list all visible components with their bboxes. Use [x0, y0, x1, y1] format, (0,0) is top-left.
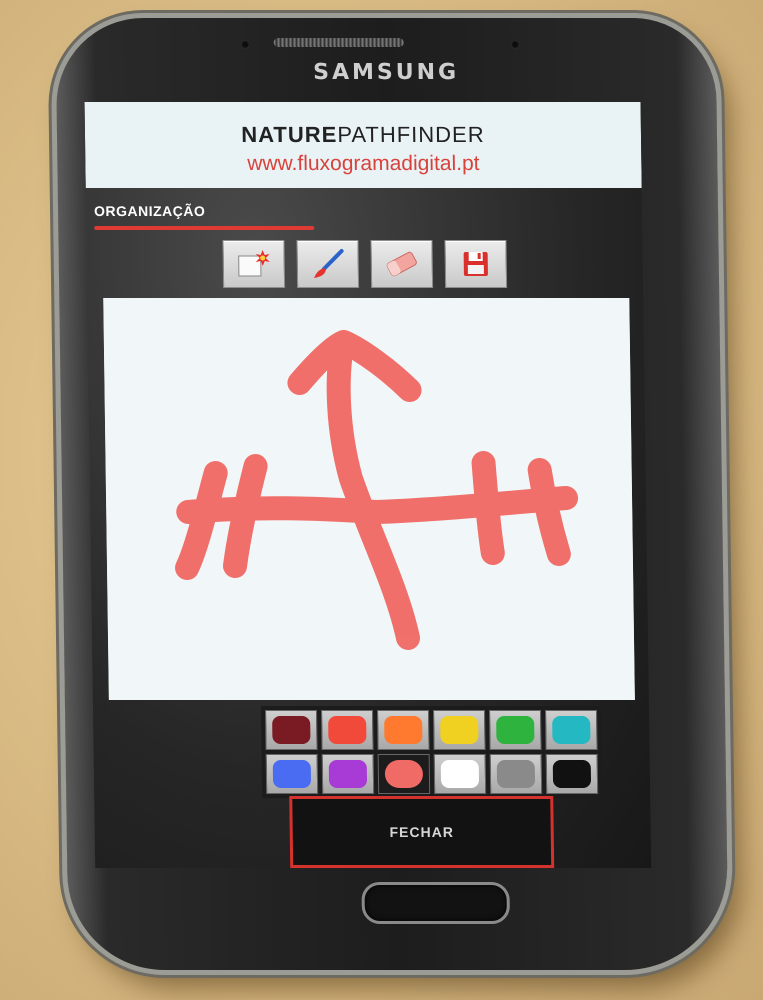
color-swatch: [272, 760, 312, 788]
close-button[interactable]: FECHAR: [289, 796, 555, 868]
app-url: www.fluxogramadigital.pt: [247, 152, 480, 175]
drawing-canvas[interactable]: [103, 298, 635, 700]
color-swatch: [328, 716, 367, 744]
app-title-bold: NATURE: [241, 122, 338, 147]
color-swatch-button[interactable]: [321, 754, 375, 794]
save-button[interactable]: [444, 240, 508, 288]
eraser-button[interactable]: [370, 240, 434, 288]
brush-button[interactable]: [296, 240, 360, 288]
front-camera: [510, 40, 520, 49]
color-swatch-button[interactable]: [489, 710, 542, 750]
color-swatch: [552, 716, 591, 744]
home-button[interactable]: [361, 882, 511, 924]
new-canvas-icon: [238, 250, 270, 277]
device-brand-logo: SAMSUNG: [312, 60, 460, 85]
app-title-rest: PATHFINDER: [337, 122, 485, 147]
color-swatch-button[interactable]: [265, 710, 318, 750]
color-swatch-button[interactable]: [265, 754, 319, 794]
color-swatch-button[interactable]: [545, 754, 599, 794]
color-swatch-button[interactable]: [433, 710, 486, 750]
color-swatch: [552, 760, 592, 788]
color-swatch: [272, 716, 311, 744]
canvas-stroke-right-tick-1: [471, 451, 505, 565]
color-swatch-button[interactable]: [377, 710, 430, 750]
color-swatch: [328, 760, 368, 788]
section-label: ORGANIZAÇÃO: [93, 203, 206, 219]
app-title: NATUREPATHFINDER: [85, 122, 641, 148]
color-swatch: [496, 760, 536, 788]
app-screen: NATUREPATHFINDER www.fluxogramadigital.p…: [84, 102, 652, 868]
color-swatch: [384, 760, 424, 788]
color-swatch: [496, 716, 535, 744]
color-swatch: [384, 716, 423, 744]
phone-device: SAMSUNG NATUREPATHFINDER www.fluxogramad…: [55, 18, 729, 970]
save-icon: [463, 252, 488, 276]
earpiece-speaker: [273, 38, 404, 47]
color-swatch-selected[interactable]: [377, 754, 431, 794]
color-swatch-button[interactable]: [321, 710, 374, 750]
color-palette: [260, 706, 603, 798]
app-header: NATUREPATHFINDER www.fluxogramadigital.p…: [84, 102, 642, 188]
proximity-sensor: [240, 40, 250, 49]
color-swatch-button[interactable]: [489, 754, 543, 794]
drawing-toolbar: [222, 240, 508, 288]
color-swatch: [440, 760, 480, 788]
color-swatch: [440, 716, 479, 744]
eraser-icon: [386, 251, 417, 277]
color-swatch-button[interactable]: [545, 710, 598, 750]
section-underline: [94, 226, 315, 230]
brush-icon: [313, 249, 344, 278]
color-swatch-button[interactable]: [433, 754, 487, 794]
new-canvas-button[interactable]: [222, 240, 286, 288]
